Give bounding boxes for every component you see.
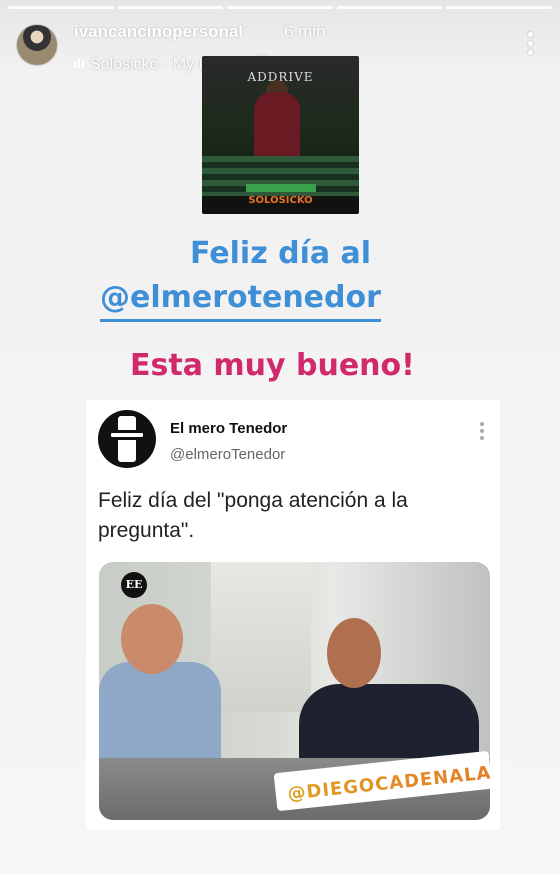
photo-face-left (121, 604, 183, 674)
progress-segment (227, 6, 333, 9)
post-time: 6 min (284, 22, 326, 41)
avatar[interactable] (16, 24, 58, 66)
tweet-more-icon (480, 422, 484, 440)
album-artist: SOLOSICKO (248, 195, 313, 206)
photo-person-left (99, 662, 221, 762)
tweet-author-handle: @elmeroTenedor (170, 446, 286, 463)
tweet-photo: EE @DIEGOCADENALAW (99, 562, 490, 820)
progress-segment (8, 6, 114, 9)
tweet-card[interactable]: El mero Tenedor @elmeroTenedor Feliz día… (86, 400, 500, 830)
tweet-avatar (98, 410, 156, 468)
tweet-text: Feliz día del "ponga atención a la pregu… (98, 489, 408, 542)
audio-bars-icon (74, 56, 84, 68)
mention-link[interactable]: @elmerotenedor (100, 280, 381, 322)
photo-badge: EE (121, 572, 147, 598)
album-figure (254, 92, 300, 162)
caption-line-3: Esta muy bueno! (130, 348, 415, 383)
progress-segment (117, 6, 224, 9)
album-green-bar (246, 184, 316, 192)
progress-segment (336, 6, 443, 9)
username[interactable]: ivancancinopersonal (74, 22, 243, 42)
tweet-author-name: El mero Tenedor (170, 420, 288, 437)
caption-line-1: Feliz día al (190, 236, 372, 271)
progress-segment (446, 6, 552, 9)
more-options-icon[interactable] (528, 32, 534, 55)
glasses-icon (108, 430, 146, 440)
photo-window (211, 562, 311, 712)
story-progress-bar (8, 6, 552, 9)
photo-face-right (327, 618, 381, 688)
album-art[interactable]: ADDRIVE SOLOSICKO (202, 56, 359, 214)
